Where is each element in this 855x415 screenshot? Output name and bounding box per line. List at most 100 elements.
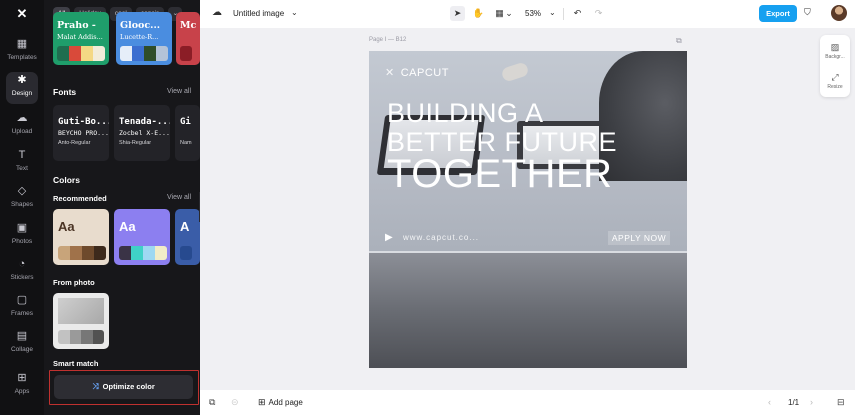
redo-icon[interactable]: ↷ (591, 6, 606, 21)
rail-item-text[interactable]: T Text (0, 147, 44, 181)
palette-preview-text: Aa (119, 219, 136, 234)
lock-icon[interactable]: ⊝ (231, 397, 239, 408)
smart-match-label: Smart match (53, 359, 99, 368)
duplicate-page-icon[interactable]: ⧉ (676, 36, 682, 46)
stickers-icon: ◔ (18, 258, 26, 270)
colors-view-all-link[interactable]: View all (167, 194, 191, 201)
rail-item-label: Design (11, 90, 33, 97)
palette-swatch-strip (58, 246, 106, 260)
color-swatch (94, 246, 106, 260)
resize-label: Resize (827, 84, 843, 90)
shapes-icon: ◇ (17, 185, 27, 197)
color-swatch (92, 330, 104, 344)
photo-palette (58, 330, 104, 344)
page-counter: 1/1 (788, 398, 800, 407)
font-style: Nam (180, 140, 192, 146)
capcut-mark-icon: ✕ (385, 67, 395, 79)
color-palette-card[interactable]: Aa (114, 209, 170, 265)
layers-icon[interactable]: ⧉ (209, 397, 215, 408)
url-row: ▶ www.capcut.co... APPLY NOW (385, 231, 675, 245)
color-swatch (155, 246, 167, 260)
hand-tool-icon[interactable]: ✋ (471, 6, 486, 21)
apply-now-button[interactable]: APPLY NOW (608, 231, 670, 245)
recommended-label: Recommended (53, 194, 107, 203)
palette-swatch-strip (180, 246, 192, 260)
title-chevron-down-icon[interactable]: ⌄ (291, 8, 298, 17)
page-manager-icon[interactable]: ⊟ (837, 397, 845, 408)
cloud-sync-icon[interactable]: ☁ (212, 7, 222, 18)
font-card[interactable]: Guti-Bo... BEYCHO PRO... Anto-Regular (53, 105, 109, 161)
add-page-label: Add page (268, 398, 303, 407)
previous-page-icon[interactable]: ‹ (768, 397, 771, 407)
capcut-logo-icon[interactable]: ✕ (12, 6, 32, 22)
user-avatar[interactable] (831, 5, 847, 21)
rail-item-frames[interactable]: ▢ Frames (0, 292, 44, 326)
rail-item-photos[interactable]: ▣ Photos (0, 220, 44, 254)
design-panel: All Holiday cool concis ⌄ Praho -Malat A… (44, 0, 200, 415)
from-photo-card[interactable] (53, 293, 109, 349)
next-page-icon[interactable]: › (810, 397, 813, 407)
font-pair-name: Zocbel X-E... (119, 129, 170, 137)
office-photo[interactable] (369, 251, 687, 368)
fonts-view-all-link[interactable]: View all (167, 88, 191, 95)
select-tool-icon[interactable]: ➤ (450, 6, 465, 21)
rail-item-label: Stickers (10, 274, 34, 281)
color-swatch (81, 46, 93, 61)
add-page-icon: ⊞ (258, 397, 266, 407)
color-swatch (180, 46, 192, 61)
zoom-chevron-down-icon[interactable]: ⌄ (549, 8, 556, 17)
rail-item-label: Apps (14, 388, 30, 395)
export-button[interactable]: Export (759, 5, 797, 22)
background-label: Backgr... (825, 54, 845, 60)
rail-item-collage[interactable]: ▤ Collage (0, 328, 44, 362)
font-card[interactable]: Gi Nam (175, 105, 200, 161)
rail-item-templates[interactable]: ▦ Templates (0, 36, 44, 70)
color-swatch (132, 46, 144, 61)
top-toolbar: ☁ Untitled image ⌄ ➤ ✋ ▦ ⌄ 53% ⌄ ↶ ↷ Exp… (200, 0, 855, 28)
zoom-level[interactable]: 53% (525, 9, 541, 18)
document-title[interactable]: Untitled image (233, 9, 284, 18)
design-icon: ✱ (17, 74, 27, 86)
add-page-button[interactable]: ⊞ Add page (258, 396, 303, 409)
optimize-color-highlight: ⤨ Optimize color (49, 370, 199, 405)
layout-chevron-down-icon[interactable]: ⌄ (504, 6, 514, 21)
rail-item-apps[interactable]: ⊞ Apps (0, 370, 44, 404)
color-swatch (81, 330, 93, 344)
font-style: Shia-Regular (119, 140, 152, 146)
rail-item-shapes[interactable]: ◇ Shapes (0, 183, 44, 217)
color-palette-card[interactable]: A (175, 209, 200, 265)
font-card[interactable]: Tenada-... Zocbel X-E... Shia-Regular (114, 105, 170, 161)
color-palette-card[interactable]: Aa (53, 209, 109, 265)
shield-icon[interactable]: ⛉ (804, 7, 811, 18)
design-page[interactable]: ✕ CAPCUT BUILDING A BETTER FUTURE TOGETHE… (369, 51, 687, 368)
frames-icon: ▢ (16, 294, 28, 306)
font-name: Tenada-... (119, 117, 170, 127)
rail-item-label: Photos (11, 238, 33, 245)
color-swatch (82, 246, 94, 260)
color-swatch (93, 46, 105, 61)
headline-line-3[interactable]: TOGETHER (387, 154, 613, 194)
rail-item-stickers[interactable]: ◔ Stickers (0, 256, 44, 290)
color-swatch (119, 246, 131, 260)
optimize-color-button[interactable]: ⤨ Optimize color (54, 375, 193, 399)
website-url[interactable]: www.capcut.co... (403, 233, 479, 242)
rail-item-upload[interactable]: ☁ Upload (0, 110, 44, 144)
color-swatch (120, 46, 132, 61)
headline-line-1[interactable]: BUILDING A (387, 100, 544, 127)
template-palette-card[interactable]: Glooc... Lucette-R... (116, 12, 172, 65)
rail-item-label: Collage (10, 346, 34, 353)
photo-thumbnail (58, 298, 104, 324)
font-name: Guti-Bo... (58, 117, 109, 127)
brand-logo[interactable]: ✕ CAPCUT (385, 66, 449, 79)
optimize-color-label: Optimize color (102, 382, 155, 391)
undo-icon[interactable]: ↶ (570, 6, 585, 21)
template-palette-card[interactable]: Mc (176, 12, 200, 65)
rail-item-design[interactable]: ✱ Design (6, 72, 38, 104)
brand-logo-text: CAPCUT (400, 67, 449, 79)
right-tool-panel: ▨ Backgr... ⤢ Resize (820, 35, 850, 97)
resize-tool[interactable]: ⤢ Resize (820, 72, 850, 91)
template-subtitle: Lucette-R... (120, 33, 159, 41)
template-palette-card[interactable]: Praho - Malat Addis... (53, 12, 109, 65)
play-icon[interactable]: ▶ (385, 231, 393, 245)
background-tool[interactable]: ▨ Backgr... (820, 42, 850, 61)
